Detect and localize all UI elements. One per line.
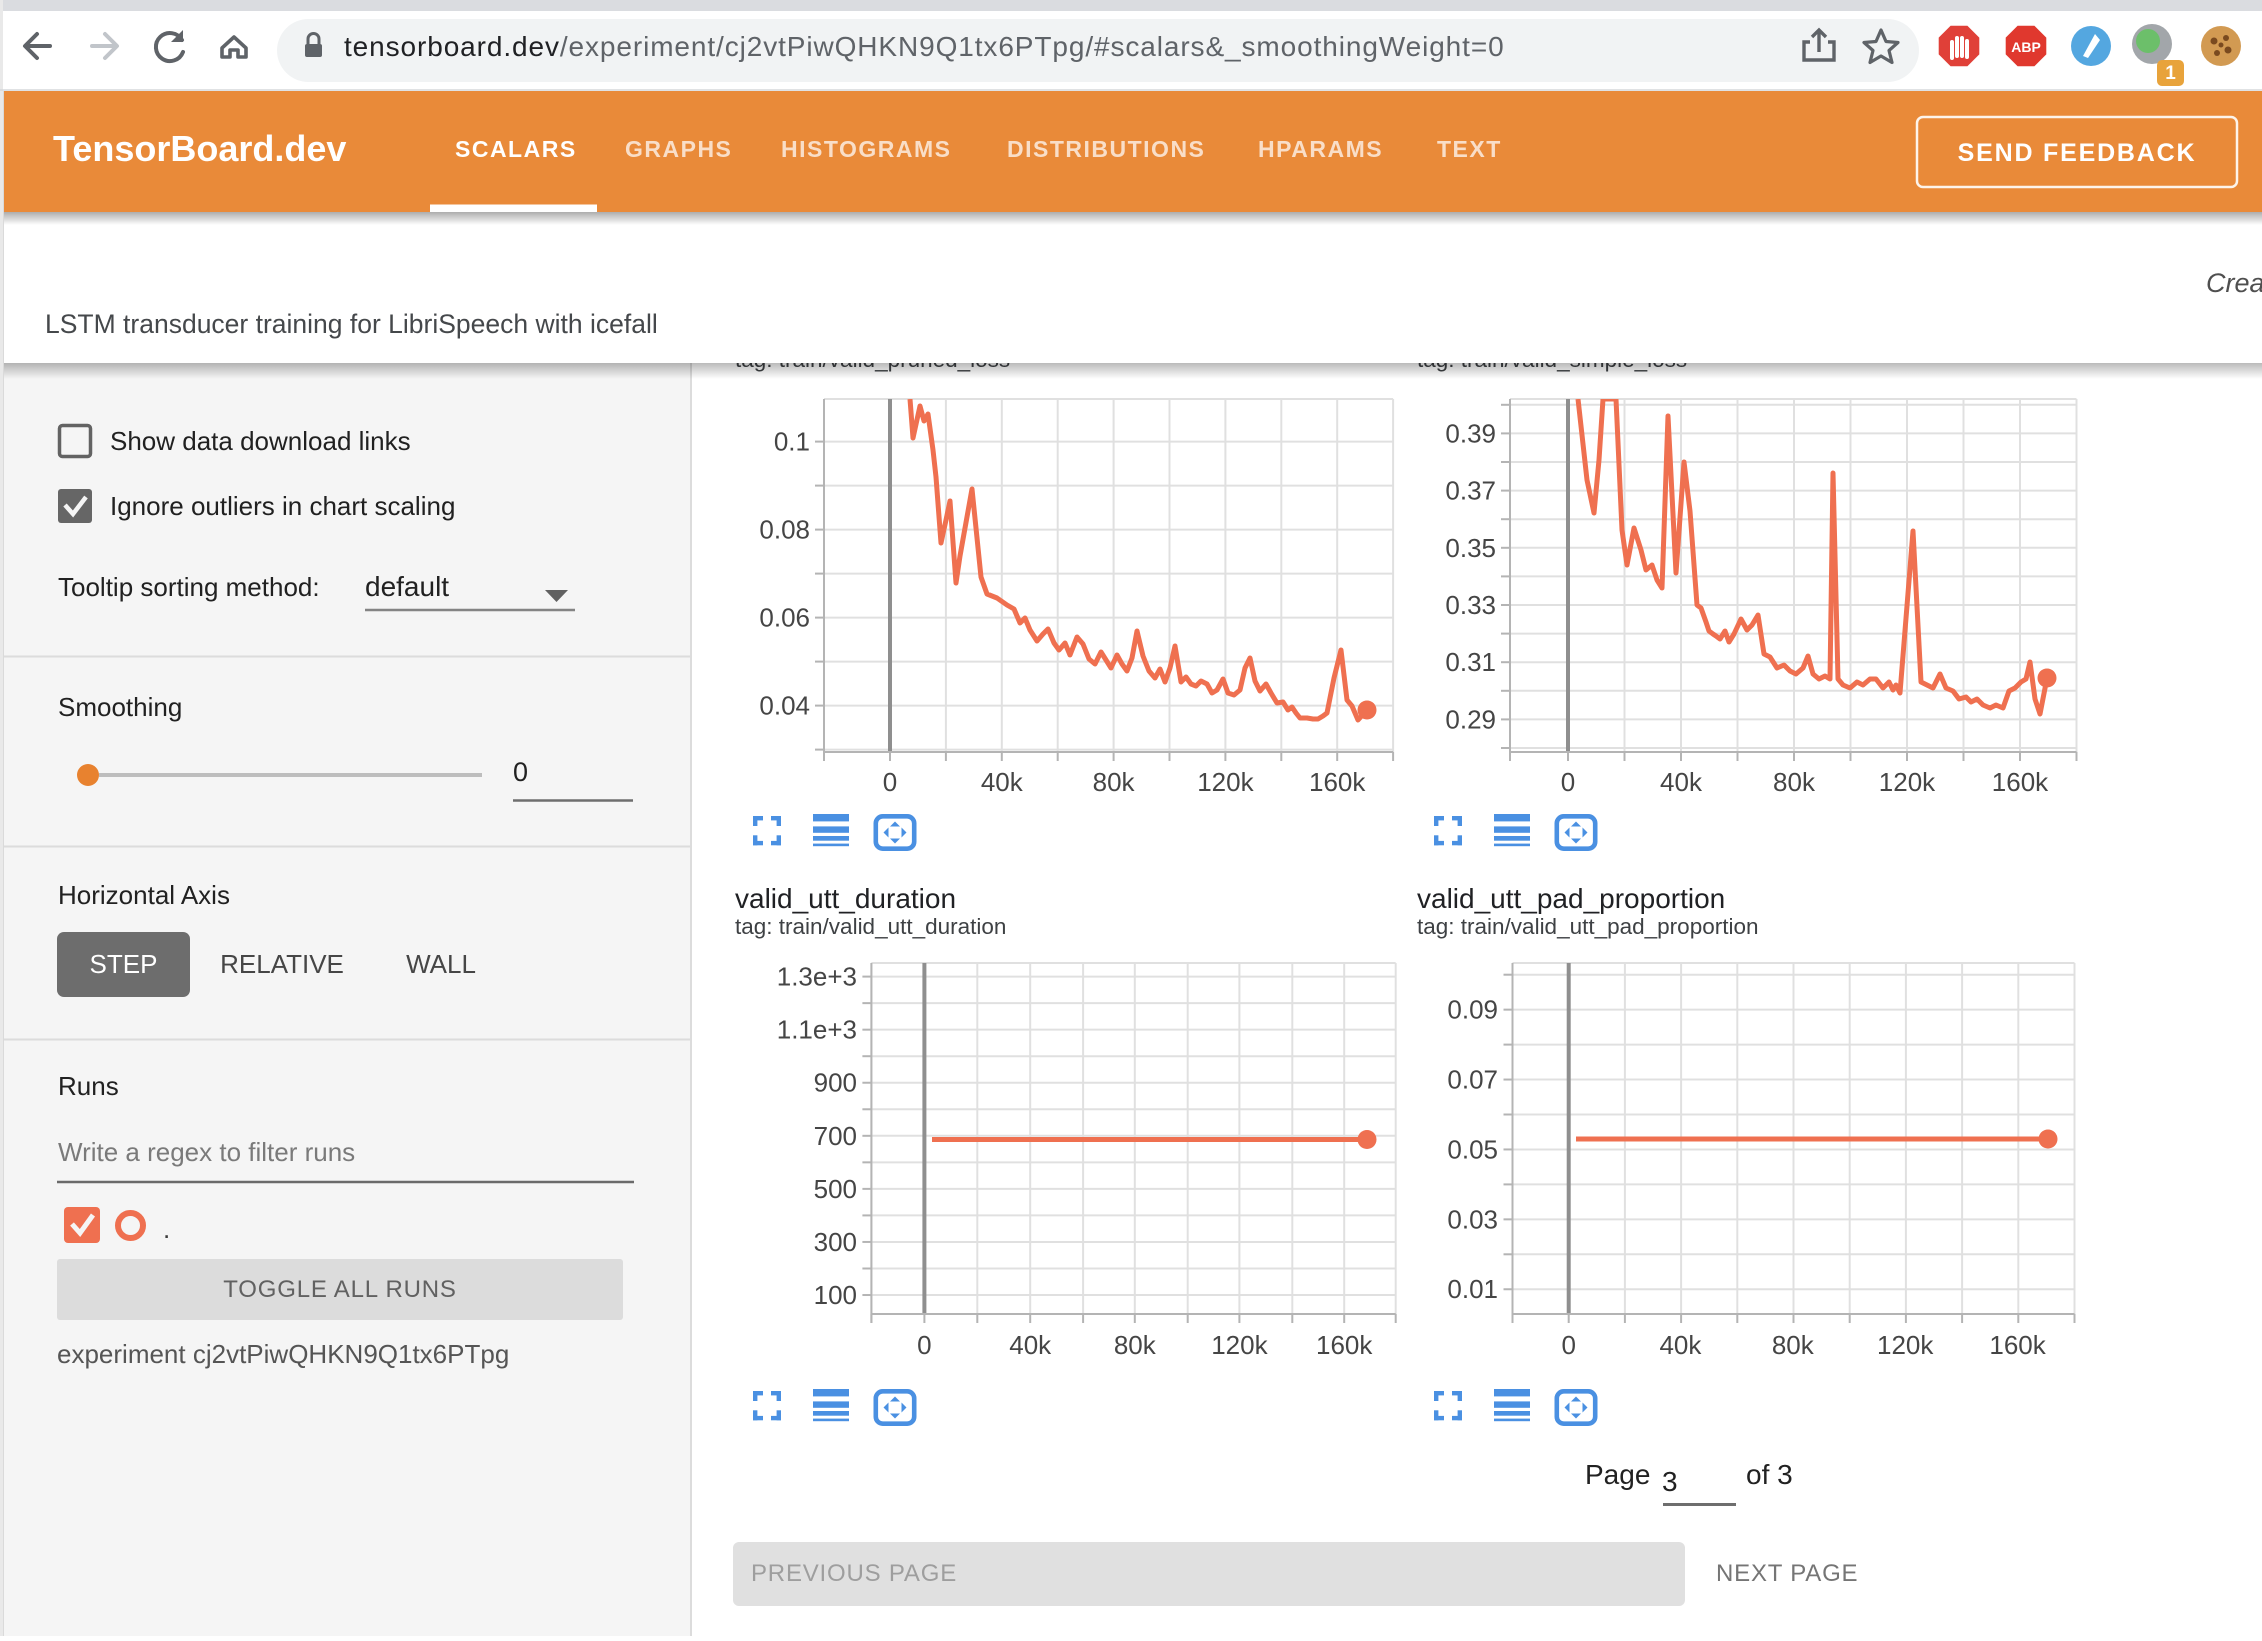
svg-text:500: 500	[814, 1174, 857, 1204]
svg-text:0: 0	[1561, 1330, 1575, 1360]
svg-text:RELATIVE: RELATIVE	[220, 949, 344, 979]
svg-text:0: 0	[513, 757, 528, 787]
svg-text:Smoothing: Smoothing	[58, 692, 182, 722]
svg-text:1: 1	[2165, 63, 2176, 84]
svg-text:PREVIOUS PAGE: PREVIOUS PAGE	[751, 1560, 957, 1587]
svg-text:Runs: Runs	[58, 1071, 119, 1101]
svg-text:Horizontal Axis: Horizontal Axis	[58, 880, 230, 910]
svg-text:0.01: 0.01	[1447, 1274, 1498, 1304]
svg-text:80k: 80k	[1773, 767, 1816, 797]
svg-text:300: 300	[814, 1227, 857, 1257]
svg-text:ABP: ABP	[2011, 39, 2041, 55]
svg-text:NEXT PAGE: NEXT PAGE	[1716, 1560, 1858, 1587]
svg-text:160k: 160k	[1316, 1330, 1373, 1360]
svg-text:valid_utt_pad_proportion: valid_utt_pad_proportion	[1417, 883, 1725, 914]
svg-text:STEP: STEP	[90, 949, 158, 979]
svg-text:Show data download links: Show data download links	[110, 426, 411, 456]
svg-text:experiment cj2vtPiwQHKN9Q1tx6P: experiment cj2vtPiwQHKN9Q1tx6PTpg	[57, 1339, 509, 1369]
svg-text:1.3e+3: 1.3e+3	[777, 962, 857, 992]
svg-text:Write a regex to filter runs: Write a regex to filter runs	[58, 1137, 355, 1167]
svg-text:tag: train/valid_utt_pad_propo: tag: train/valid_utt_pad_proportion	[1417, 914, 1759, 939]
svg-text:0.31: 0.31	[1445, 647, 1496, 677]
svg-text:700: 700	[814, 1121, 857, 1151]
svg-text:80k: 80k	[1093, 767, 1136, 797]
svg-text:80k: 80k	[1114, 1330, 1157, 1360]
svg-text:160k: 160k	[1992, 767, 2049, 797]
svg-text:LSTM transducer training for L: LSTM transducer training for LibriSpeech…	[45, 309, 658, 339]
svg-text:0.04: 0.04	[759, 691, 810, 721]
svg-text:0.1: 0.1	[774, 427, 810, 457]
svg-text:Ignore outliers in chart scali: Ignore outliers in chart scaling	[110, 491, 455, 521]
svg-text:80k: 80k	[1772, 1330, 1815, 1360]
svg-text:HPARAMS: HPARAMS	[1258, 136, 1383, 162]
svg-text:valid_utt_duration: valid_utt_duration	[735, 883, 956, 914]
svg-text:HISTOGRAMS: HISTOGRAMS	[781, 136, 951, 162]
svg-text:DISTRIBUTIONS: DISTRIBUTIONS	[1007, 136, 1205, 162]
svg-text:900: 900	[814, 1068, 857, 1098]
svg-text:120k: 120k	[1879, 767, 1936, 797]
svg-text:40k: 40k	[1660, 767, 1703, 797]
svg-text:0.33: 0.33	[1445, 590, 1496, 620]
svg-text:0: 0	[883, 767, 897, 797]
svg-text:0.05: 0.05	[1447, 1134, 1498, 1164]
svg-text:0.07: 0.07	[1447, 1065, 1498, 1095]
svg-text:0: 0	[1561, 767, 1575, 797]
svg-text:Page: Page	[1585, 1459, 1650, 1490]
svg-text:TensorBoard.dev: TensorBoard.dev	[53, 128, 346, 169]
svg-text:0.29: 0.29	[1445, 704, 1496, 734]
svg-text:160k: 160k	[1309, 767, 1366, 797]
svg-text:0.03: 0.03	[1447, 1204, 1498, 1234]
svg-text:0.37: 0.37	[1445, 476, 1496, 506]
svg-text:1.1e+3: 1.1e+3	[777, 1015, 857, 1045]
svg-text:tag: train/valid_utt_duration: tag: train/valid_utt_duration	[735, 914, 1006, 939]
svg-text:SEND FEEDBACK: SEND FEEDBACK	[1958, 139, 2197, 167]
svg-text:GRAPHS: GRAPHS	[625, 136, 732, 162]
svg-text:0.08: 0.08	[759, 515, 810, 545]
svg-text:0: 0	[917, 1330, 931, 1360]
svg-text:40k: 40k	[1009, 1330, 1052, 1360]
svg-text:120k: 120k	[1197, 767, 1254, 797]
svg-text:default: default	[365, 571, 449, 602]
svg-text:tensorboard.dev/experiment/cj2: tensorboard.dev/experiment/cj2vtPiwQHKN9…	[344, 31, 1505, 62]
svg-text:TOGGLE ALL RUNS: TOGGLE ALL RUNS	[223, 1276, 456, 1303]
svg-text:160k: 160k	[1989, 1330, 2046, 1360]
svg-text:0.06: 0.06	[759, 603, 810, 633]
svg-text:.: .	[163, 1214, 170, 1244]
svg-text:40k: 40k	[981, 767, 1024, 797]
svg-text:SCALARS: SCALARS	[455, 136, 577, 162]
svg-text:Tooltip sorting method:: Tooltip sorting method:	[58, 572, 320, 602]
svg-text:120k: 120k	[1211, 1330, 1268, 1360]
svg-text:120k: 120k	[1877, 1330, 1934, 1360]
svg-text:0.35: 0.35	[1445, 533, 1496, 563]
svg-text:0.09: 0.09	[1447, 995, 1498, 1025]
svg-text:40k: 40k	[1659, 1330, 1702, 1360]
svg-text:3: 3	[1662, 1466, 1678, 1497]
svg-text:0.39: 0.39	[1445, 418, 1496, 448]
svg-text:TEXT: TEXT	[1437, 136, 1502, 162]
svg-text:of 3: of 3	[1746, 1459, 1793, 1490]
svg-text:100: 100	[814, 1280, 857, 1310]
svg-text:WALL: WALL	[406, 949, 476, 979]
svg-text:Crea: Crea	[2206, 268, 2262, 298]
